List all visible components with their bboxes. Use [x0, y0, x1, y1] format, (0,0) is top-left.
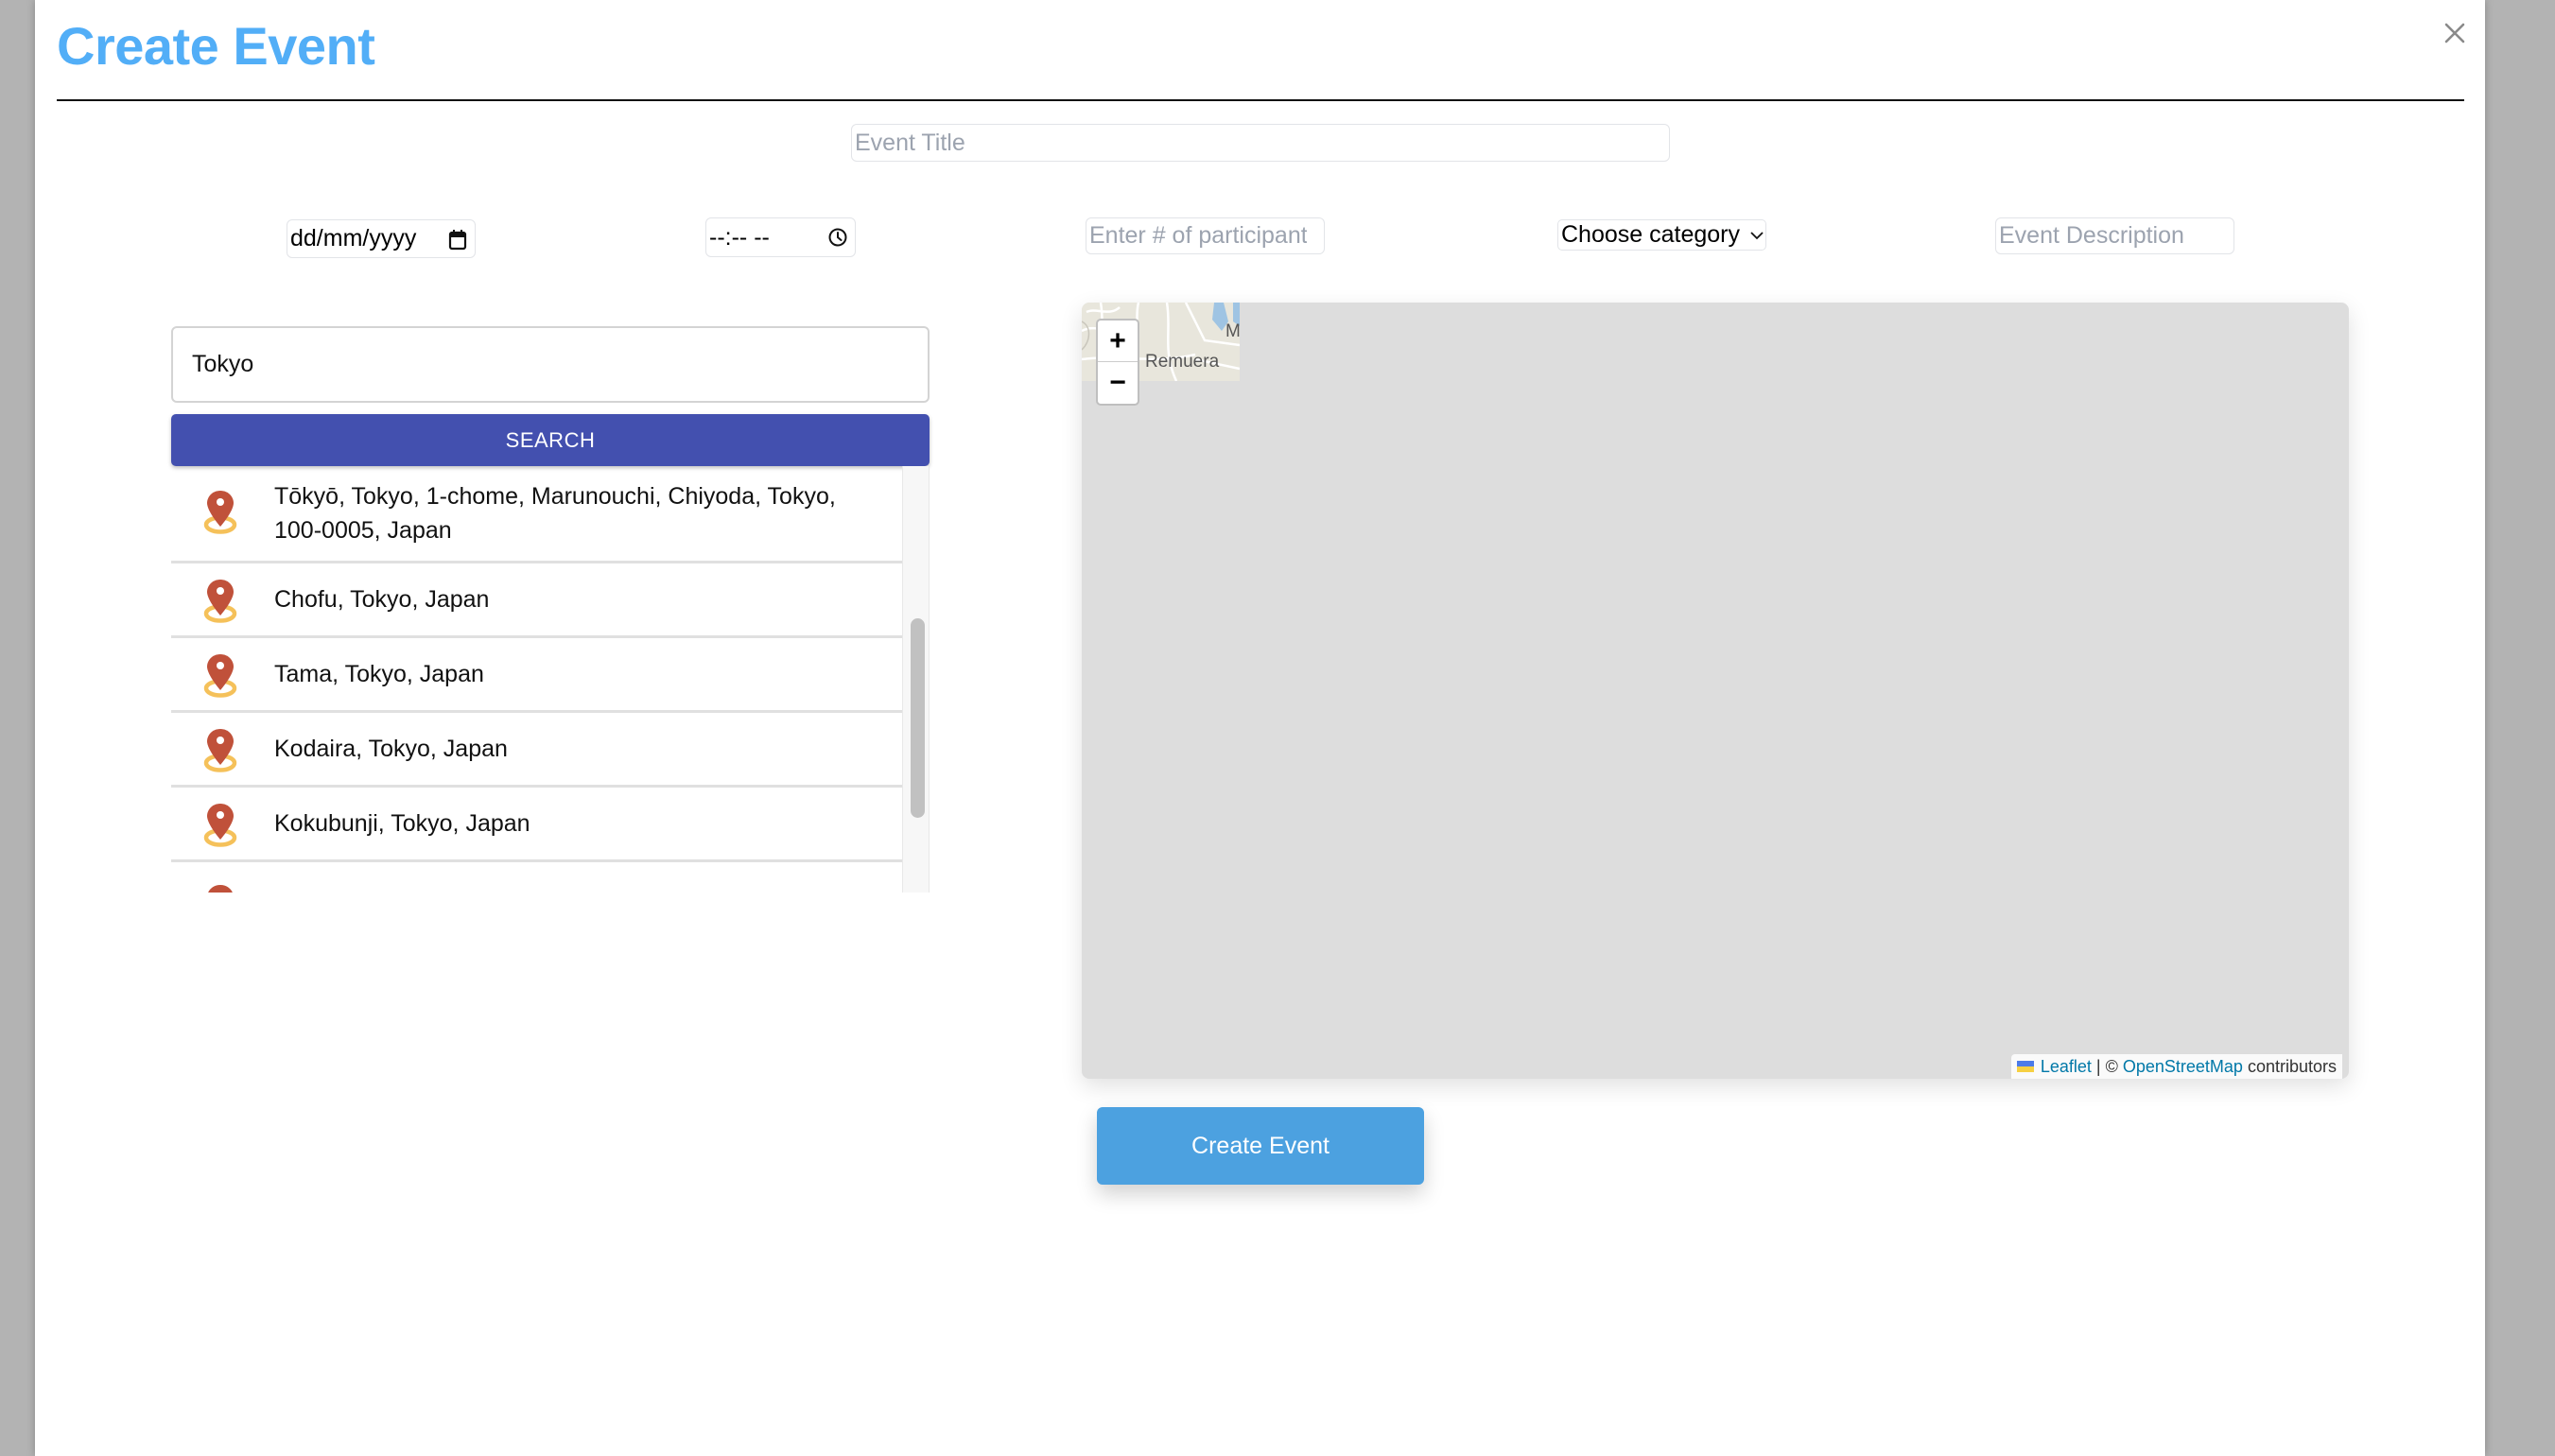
clock-icon[interactable] — [827, 227, 848, 248]
participants-input[interactable]: Enter # of participants — [1086, 217, 1325, 254]
search-result-label: Kodaira, Tokyo, Japan — [274, 736, 508, 762]
map-attribution: Leaflet | © OpenStreetMap contributors — [2010, 1054, 2342, 1079]
location-search-value: Tokyo — [192, 351, 254, 377]
time-value: --:-- -- — [709, 223, 770, 251]
location-search-input[interactable]: Tokyo — [171, 326, 930, 403]
create-event-button[interactable]: Create Event — [1097, 1107, 1424, 1185]
leaflet-link[interactable]: Leaflet — [2041, 1057, 2092, 1077]
event-title-input[interactable]: Event Title — [851, 124, 1670, 162]
map-pin-icon — [208, 885, 233, 893]
time-input[interactable]: --:-- -- — [705, 217, 856, 257]
openstreetmap-link[interactable]: OpenStreetMap — [2123, 1057, 2243, 1077]
map-zoom-control: + − — [1096, 319, 1139, 406]
date-value: dd/mm/yyyy — [290, 225, 417, 251]
calendar-icon[interactable] — [448, 229, 467, 251]
search-result-label: Kokubunji, Tokyo, Japan — [274, 810, 530, 837]
date-input[interactable]: dd/mm/yyyy — [287, 219, 476, 258]
chevron-down-icon — [1750, 231, 1764, 239]
modal-title: Create Event — [57, 16, 375, 76]
search-result-label: Tama, Tokyo, Japan — [274, 661, 484, 687]
zoom-out-button[interactable]: − — [1098, 362, 1138, 404]
map-pin-icon — [203, 729, 237, 772]
category-select[interactable]: Choose category — [1557, 219, 1766, 251]
search-result-item[interactable]: Kodaira, Tokyo, Japan — [171, 713, 902, 788]
description-placeholder: Event Description — [1999, 222, 2184, 249]
map-pin-icon — [203, 654, 237, 698]
header-divider — [57, 99, 2464, 101]
search-result-item[interactable]: Chofu, Tokyo, Japan — [171, 563, 902, 638]
map-place-label: Remuera — [1145, 352, 1220, 372]
search-result-item[interactable]: Tama, Tokyo, Japan — [171, 638, 902, 713]
ukraine-flag-icon — [2016, 1061, 2034, 1072]
map[interactable]: Remuera M + − Leaflet | © OpenStreetMap … — [1082, 303, 2349, 1079]
map-pin-icon — [203, 580, 237, 623]
participants-placeholder: Enter # of participants — [1089, 222, 1307, 249]
search-result-item[interactable]: Tōkyō, Tokyo, 1-chome, Marunouchi, Chiyo… — [171, 466, 902, 563]
results-scrollbar[interactable] — [902, 466, 930, 893]
map-place-label-partial: M — [1225, 321, 1240, 341]
search-result-label: Chofu, Tokyo, Japan — [274, 586, 490, 613]
attribution-suffix: contributors — [2247, 1056, 2337, 1076]
category-selected: Choose category — [1561, 221, 1741, 248]
close-button[interactable] — [2442, 21, 2467, 45]
map-pin-icon — [203, 804, 237, 847]
search-result-label: Tōkyō, Tokyo, 1-chome, Marunouchi, Chiyo… — [274, 483, 836, 544]
results-scrollbar-thumb[interactable] — [911, 618, 925, 818]
zoom-in-button[interactable]: + — [1098, 321, 1138, 362]
create-event-modal: Create Event Event Title dd/mm/yyyy --:-… — [35, 0, 2485, 1456]
search-results-list: Tōkyō, Tokyo, 1-chome, Marunouchi, Chiyo… — [171, 466, 930, 893]
close-icon — [2444, 23, 2465, 43]
description-input[interactable]: Event Description — [1995, 217, 2234, 254]
attribution-separator: | © — [2095, 1056, 2118, 1076]
map-pin-icon — [203, 491, 237, 534]
search-result-item-partial[interactable] — [171, 862, 902, 893]
search-result-item[interactable]: Kokubunji, Tokyo, Japan — [171, 788, 902, 862]
search-button[interactable]: SEARCH — [171, 414, 930, 466]
event-title-placeholder: Event Title — [855, 129, 965, 156]
